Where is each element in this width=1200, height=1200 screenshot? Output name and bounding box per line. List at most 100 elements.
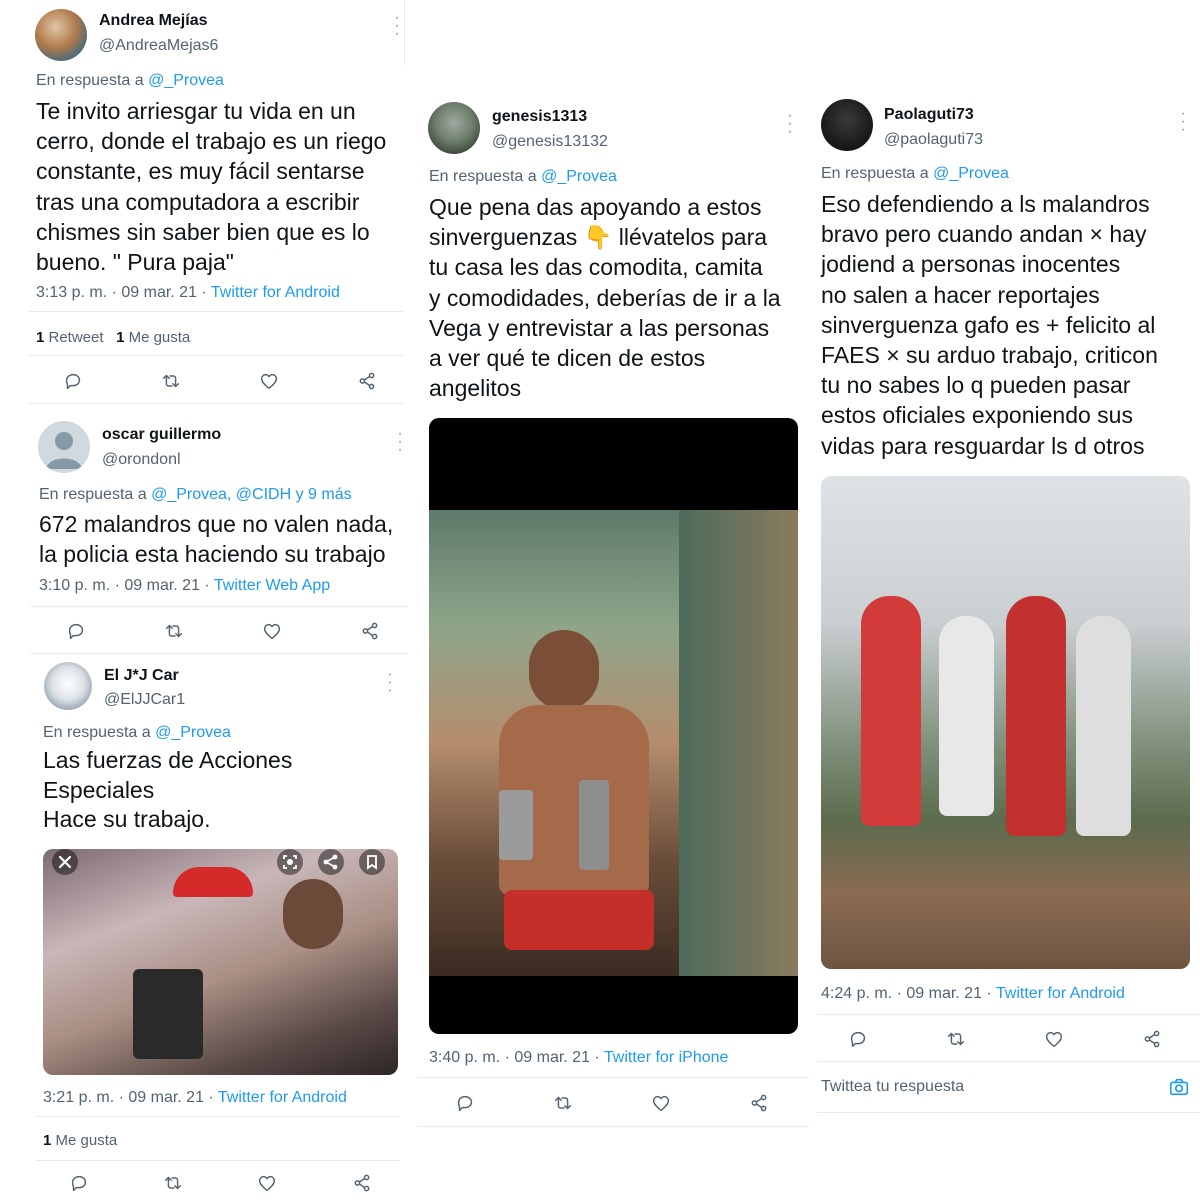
reply-mention-link[interactable]: @_Provea: [155, 724, 231, 741]
retweet-count[interactable]: 1 Retweet: [36, 329, 104, 346]
divider: [817, 1112, 1200, 1113]
reply-compose-input[interactable]: Twittea tu respuesta: [821, 1078, 964, 1096]
user-handle[interactable]: @ElJJCar1: [104, 691, 185, 709]
timestamp: 3:40 p. m. · 09 mar. 21 ·: [429, 1049, 604, 1066]
more-icon[interactable]: · · ·: [394, 10, 400, 42]
user-name[interactable]: oscar guillermo: [102, 426, 221, 444]
image-detail: [499, 790, 533, 860]
close-icon[interactable]: [52, 849, 78, 875]
user-name[interactable]: Paolaguti73: [884, 106, 974, 124]
reply-mention-link[interactable]: @_Provea: [148, 72, 224, 89]
like-count[interactable]: 1 Me gusta: [116, 329, 190, 346]
tweet-line: bueno. " Pura paja": [36, 249, 234, 276]
tweet-line: FAES × su arduo trabajo, criticon: [821, 342, 1158, 369]
reply-icon[interactable]: [68, 1172, 90, 1194]
avatar[interactable]: [428, 102, 480, 154]
tweet-line: jodiend a personas inocentes: [821, 251, 1121, 278]
share-icon[interactable]: [1141, 1028, 1163, 1050]
reply-icon[interactable]: [65, 620, 87, 642]
tweet-stats: 1 Retweet 1 Me gusta: [36, 329, 190, 346]
retweet-icon[interactable]: [162, 1172, 184, 1194]
source-link[interactable]: Twitter Web App: [214, 577, 330, 594]
tweet-line: a ver qué te dicen de estos: [429, 345, 706, 372]
avatar[interactable]: [38, 421, 90, 473]
reply-context: En respuesta a @_Provea: [36, 72, 224, 90]
like-count[interactable]: 1 Me gusta: [43, 1132, 117, 1149]
lens-icon[interactable]: [277, 849, 303, 875]
retweet-icon[interactable]: [160, 370, 182, 392]
tweet-meta: 3:21 p. m. · 09 mar. 21 · Twitter for An…: [43, 1089, 347, 1107]
like-icon[interactable]: [256, 1172, 278, 1194]
avatar[interactable]: [821, 99, 873, 151]
more-icon[interactable]: · · ·: [387, 667, 393, 699]
tweet-meta: 3:40 p. m. · 09 mar. 21 · Twitter for iP…: [429, 1049, 728, 1067]
column-edge: [404, 0, 405, 65]
tweet-line: constante, es muy fácil sentarse: [36, 158, 365, 185]
tweet-line: Las fuerzas de Acciones: [43, 747, 293, 773]
divider: [417, 1077, 809, 1078]
share-icon[interactable]: [748, 1092, 770, 1114]
like-icon[interactable]: [650, 1092, 672, 1114]
divider: [35, 1116, 400, 1117]
source-link[interactable]: Twitter for iPhone: [604, 1049, 729, 1066]
tweet-line: Que pena das apoyando a estos: [429, 194, 762, 220]
reply-mention-link[interactable]: @_Provea, @CIDH y 9 más: [151, 486, 352, 503]
retweet-icon[interactable]: [945, 1028, 967, 1050]
user-name[interactable]: genesis1313: [492, 108, 587, 126]
reply-context: En respuesta a @_Provea: [821, 165, 1009, 183]
user-handle[interactable]: @AndreaMejas6: [99, 37, 218, 55]
image-detail: [133, 969, 203, 1059]
reply-icon[interactable]: [62, 370, 84, 392]
retweet-icon[interactable]: [163, 620, 185, 642]
tweet-image[interactable]: [429, 418, 798, 1034]
timestamp: 3:21 p. m. · 09 mar. 21 ·: [43, 1089, 218, 1106]
share-icon[interactable]: [356, 370, 378, 392]
tweet-image[interactable]: [43, 849, 398, 1075]
avatar[interactable]: [35, 9, 87, 61]
user-handle[interactable]: @orondonl: [102, 451, 181, 469]
source-link[interactable]: Twitter for Android: [218, 1089, 347, 1106]
more-icon[interactable]: · · ·: [787, 108, 793, 140]
camera-icon[interactable]: [1168, 1076, 1190, 1098]
like-icon[interactable]: [261, 620, 283, 642]
tweet-line: tu no sabes lo q pueden pasar: [821, 372, 1131, 399]
avatar[interactable]: [44, 662, 92, 710]
more-icon[interactable]: · · ·: [1180, 106, 1186, 138]
tweet-line: Hace su trabajo.: [43, 806, 211, 832]
reply-prefix: En respuesta a: [36, 72, 149, 89]
tweet-line: sinverguenza gafo es + felicito al: [821, 311, 1156, 338]
more-icon[interactable]: · · ·: [397, 426, 403, 458]
image-detail: [1076, 616, 1131, 836]
retweet-icon[interactable]: [552, 1092, 574, 1114]
tweet-line: la policia esta haciendo su trabajo: [39, 541, 386, 568]
reply-mention-link[interactable]: @_Provea: [933, 165, 1009, 182]
source-link[interactable]: Twitter for Android: [211, 284, 340, 301]
user-name[interactable]: El J*J Car: [104, 667, 179, 685]
image-scene: [429, 510, 798, 976]
user-handle[interactable]: @paolaguti73: [884, 131, 983, 149]
tweet-meta: 3:13 p. m. · 09 mar. 21 · Twitter for An…: [36, 284, 340, 302]
user-name[interactable]: Andrea Mejías: [99, 12, 207, 30]
share-icon[interactable]: [318, 849, 344, 875]
tweet-image[interactable]: [821, 476, 1190, 969]
divider: [817, 1014, 1200, 1015]
tweet-meta: 3:10 p. m. · 09 mar. 21 · Twitter Web Ap…: [39, 577, 330, 595]
reply-context: En respuesta a @_Provea: [429, 168, 617, 186]
like-icon[interactable]: [258, 370, 280, 392]
reply-mention-link[interactable]: @_Provea: [541, 168, 617, 185]
share-icon[interactable]: [359, 620, 381, 642]
reply-icon[interactable]: [454, 1092, 476, 1114]
source-link[interactable]: Twitter for Android: [996, 985, 1125, 1002]
divider: [28, 311, 404, 312]
bookmark-icon[interactable]: [359, 849, 385, 875]
tweet-line: vidas para resguardar ls d otros: [821, 432, 1145, 459]
tweet-line: Vega y entrevistar a las personas: [429, 314, 770, 341]
user-handle[interactable]: @genesis13132: [492, 133, 608, 151]
tweet-line: estos oficiales exponiendo sus: [821, 402, 1133, 429]
like-icon[interactable]: [1043, 1028, 1065, 1050]
tweet-stats: 1 Me gusta: [43, 1132, 117, 1149]
tweet-line: chismes sin saber bien que es lo: [36, 218, 370, 245]
share-icon[interactable]: [351, 1172, 373, 1194]
reply-icon[interactable]: [847, 1028, 869, 1050]
tweet-line: sinverguenzas 👇 llévatelos para: [429, 224, 768, 251]
